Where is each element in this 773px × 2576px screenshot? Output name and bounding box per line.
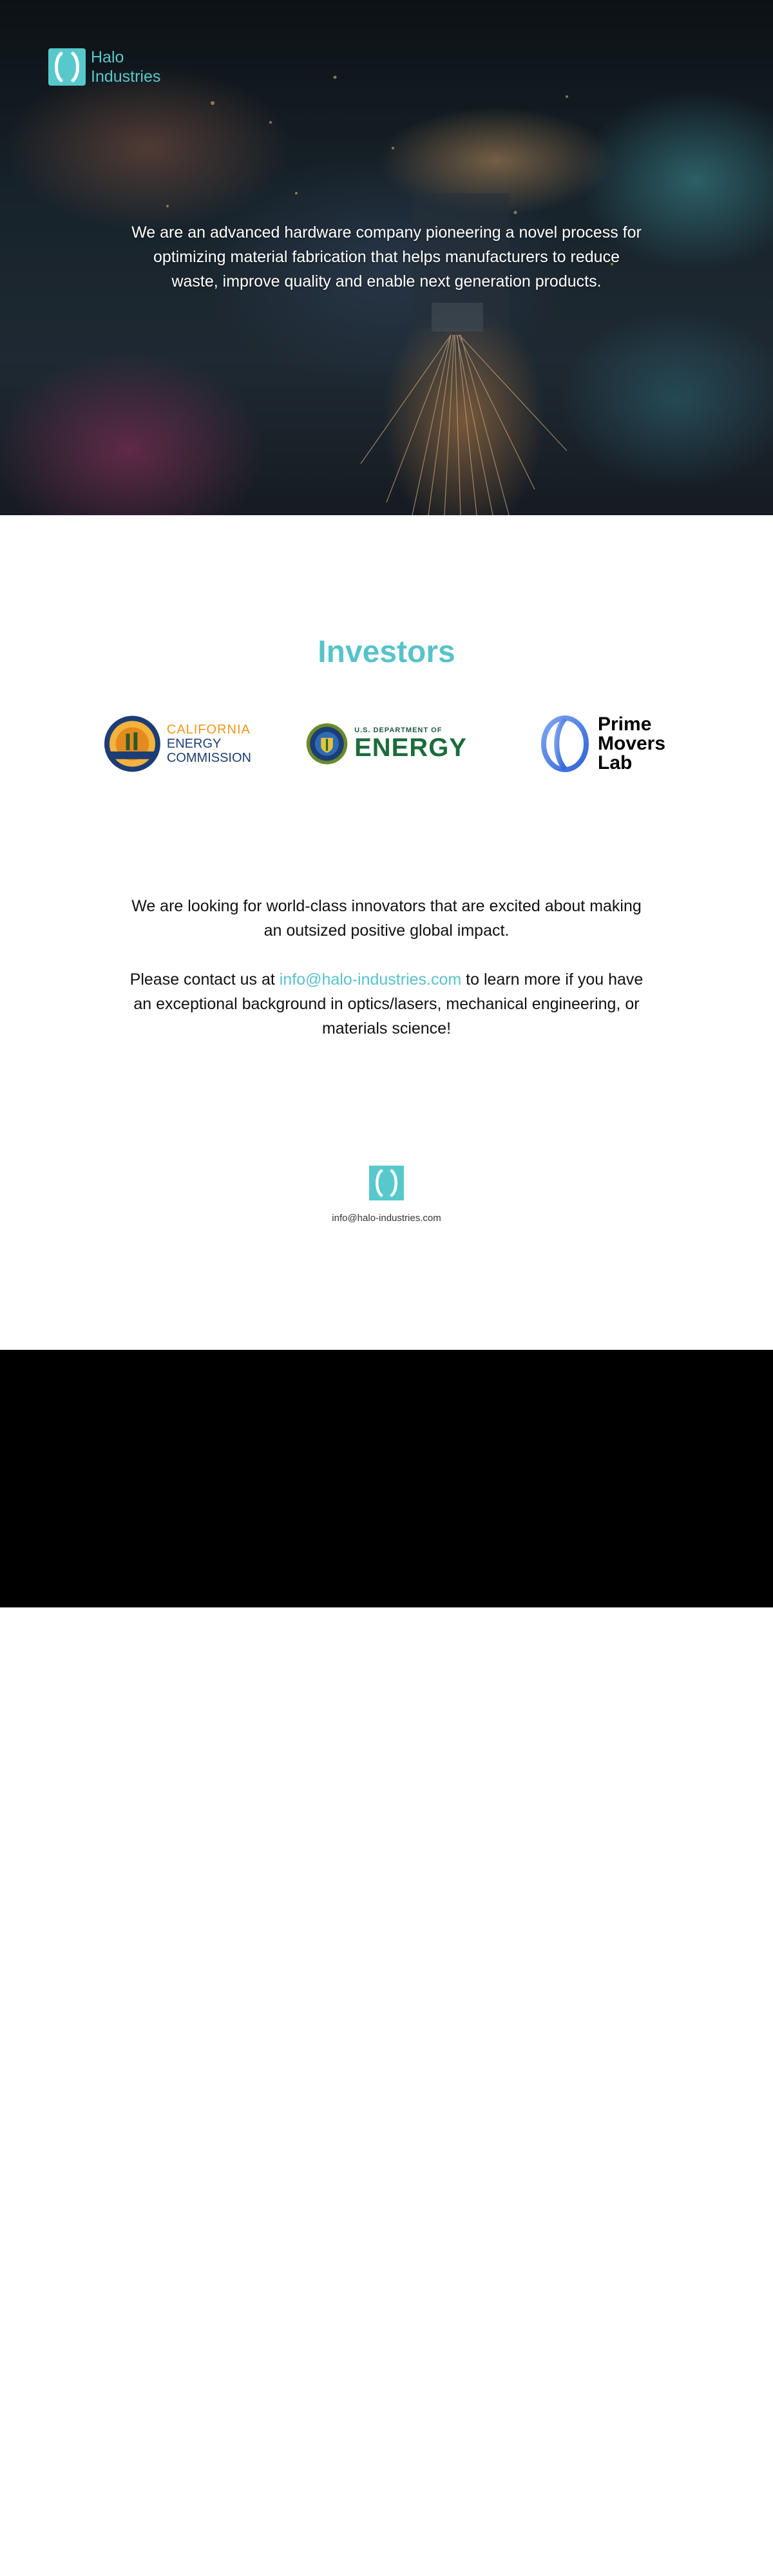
pml-line-3: Lab bbox=[598, 752, 633, 773]
contact-section: We are looking for world-class innovator… bbox=[129, 894, 644, 1065]
investor-prime-movers-lab: Prime Movers Lab bbox=[541, 712, 670, 776]
footer-logo-icon[interactable] bbox=[369, 1166, 404, 1200]
contact-paragraph-2: Please contact us at info@halo-industrie… bbox=[129, 967, 644, 1041]
site-logo[interactable]: Halo Industries bbox=[48, 48, 160, 86]
cec-wordmark: CALIFORNIA ENERGY COMMISSION bbox=[167, 723, 251, 765]
doe-wordmark: U.S. DEPARTMENT OF ENERGY bbox=[354, 726, 467, 761]
doe-line-2: ENERGY bbox=[354, 734, 467, 762]
contact-paragraph-1: We are looking for world-class innovator… bbox=[131, 897, 642, 940]
hero-section: Halo Industries We are an advanced hardw… bbox=[0, 0, 773, 515]
halo-logo-icon bbox=[48, 48, 86, 86]
pml-line-1: Prime bbox=[598, 714, 652, 735]
logo-wordmark: Halo Industries bbox=[91, 48, 160, 86]
pml-line-2: Movers bbox=[598, 733, 666, 754]
investor-department-of-energy: U.S. DEPARTMENT OF ENERGY bbox=[306, 712, 467, 776]
contact-text-before: Please contact us at bbox=[129, 971, 280, 989]
cec-seal-icon bbox=[104, 715, 160, 772]
investors-heading: Investors bbox=[318, 635, 455, 669]
logo-line-1: Halo bbox=[91, 48, 124, 66]
cec-line-2: ENERGY bbox=[166, 737, 222, 751]
footer-black-band bbox=[0, 1350, 773, 1607]
hero-intro-text: We are an advanced hardware company pion… bbox=[131, 223, 642, 290]
pml-wordmark: Prime Movers Lab bbox=[598, 715, 665, 773]
investor-california-energy-commission: CALIFORNIA ENERGY COMMISSION bbox=[103, 712, 251, 776]
contact-email-link[interactable]: info@halo-industries.com bbox=[280, 971, 461, 989]
cec-line-3: COMMISSION bbox=[166, 751, 251, 765]
doe-seal-icon bbox=[306, 723, 348, 764]
cec-line-1: CALIFORNIA bbox=[166, 723, 251, 737]
logo-line-2: Industries bbox=[91, 68, 161, 86]
footer-email-link[interactable]: info@halo-industries.com bbox=[0, 1213, 773, 1224]
pml-logo-icon bbox=[541, 715, 589, 772]
